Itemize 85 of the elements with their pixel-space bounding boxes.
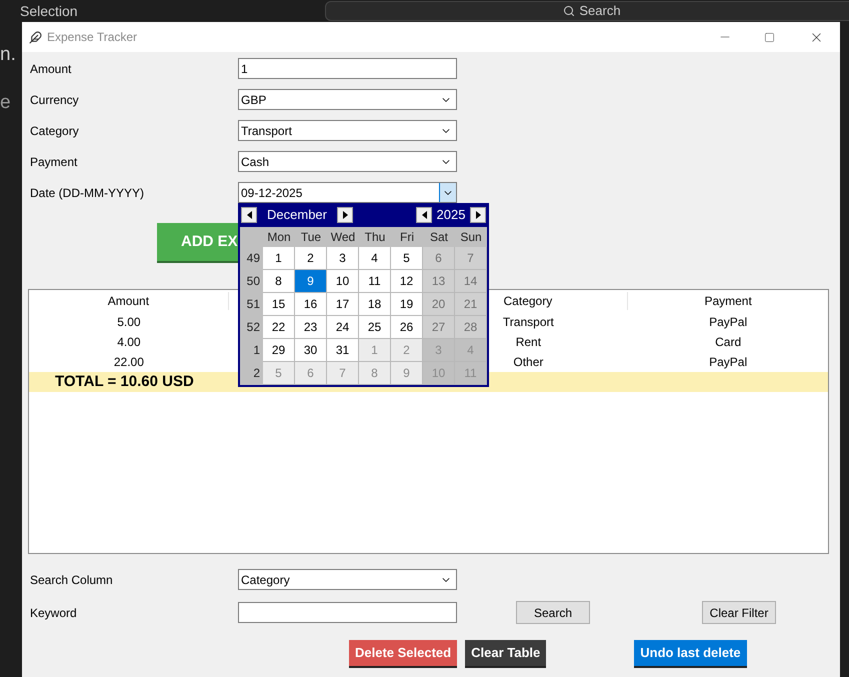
background-text: e: [0, 91, 12, 115]
calendar-day[interactable]: 18: [359, 293, 391, 316]
column-header[interactable]: Amount: [29, 292, 229, 310]
weekday-label: Wed: [330, 229, 356, 246]
field-label: Payment: [30, 154, 78, 170]
dropdown-field[interactable]: Category: [238, 569, 457, 590]
calendar-day[interactable]: 1: [263, 247, 295, 270]
calendar-day[interactable]: 31: [327, 339, 359, 362]
week-number: 52: [246, 319, 261, 336]
weekday-label: Thu: [364, 229, 386, 246]
calendar-day[interactable]: 23: [295, 316, 327, 339]
dropdown-field[interactable]: Transport: [238, 120, 457, 141]
right-triangle-icon: [342, 211, 348, 219]
week-number: 51: [246, 296, 261, 313]
dropdown-field[interactable]: Cash: [238, 151, 457, 172]
clear-filter-button[interactable]: Clear Filter: [702, 601, 776, 624]
calendar-day[interactable]: 24: [327, 316, 359, 339]
window-title: Expense Tracker: [47, 29, 138, 46]
table-cell-text: PayPal: [709, 314, 748, 331]
action-button[interactable]: Undo last delete: [634, 640, 747, 668]
previous-button[interactable]: [416, 207, 432, 223]
table-cell-text: Other: [513, 354, 544, 371]
calendar-day[interactable]: 2: [295, 247, 327, 270]
calendar-day[interactable]: 22: [263, 316, 295, 339]
weekday-label: Sun: [459, 229, 483, 246]
table-cell-text: 4.00: [117, 334, 141, 351]
field-label: Date (DD-MM-YYYY): [30, 184, 146, 202]
background-text: n.: [0, 43, 17, 67]
week-number: 50: [246, 273, 261, 290]
total-text: TOTAL = 10.60 USD: [55, 372, 194, 392]
calendar-day[interactable]: 10: [327, 270, 359, 293]
field-label: Currency: [30, 92, 80, 108]
field-label: Category: [30, 122, 80, 140]
next-button[interactable]: [337, 207, 353, 223]
weekday-label: Sat: [428, 229, 449, 246]
calendar-day[interactable]: 8: [263, 270, 295, 293]
calendar-day[interactable]: 17: [327, 293, 359, 316]
right-triangle-icon: [476, 211, 480, 219]
background-search-box[interactable]: Search: [325, 1, 849, 21]
field-label: Keyword: [30, 604, 78, 622]
keyword-field[interactable]: [238, 602, 457, 623]
table-cell-text: Transport: [502, 314, 554, 331]
calendar-day[interactable]: 11: [359, 270, 391, 293]
weekday-label: Mon: [266, 229, 292, 246]
maximize-icon[interactable]: [764, 32, 775, 42]
table-cell-text: PayPal: [709, 354, 748, 371]
calendar-day[interactable]: 4: [359, 247, 391, 270]
calendar-day[interactable]: 19: [391, 293, 423, 316]
calendar-day[interactable]: 5: [391, 247, 423, 270]
weekday-label: Tue: [300, 229, 322, 246]
next-button[interactable]: [470, 207, 486, 223]
month-label: December: [266, 206, 328, 224]
search-button[interactable]: Search: [516, 601, 590, 624]
calendar-dropdown-button[interactable]: [439, 183, 456, 202]
field-label: Amount: [30, 60, 72, 78]
feather-icon: [29, 30, 42, 44]
background-title: Selection: [20, 2, 79, 20]
calendar-day[interactable]: 25: [359, 316, 391, 339]
table-cell-text: 22.00: [114, 354, 144, 371]
week-number: 1: [252, 342, 261, 359]
search-icon: [563, 5, 576, 17]
table-cell-text: 5.00: [117, 314, 141, 331]
calendar-day[interactable]: 12: [391, 270, 423, 293]
weekday-label: Fri: [399, 229, 415, 246]
action-button[interactable]: Delete Selected: [349, 640, 458, 668]
date-field[interactable]: 09-12-2025: [238, 182, 457, 203]
field-label: Search Column: [30, 572, 114, 588]
dropdown-field[interactable]: GBP: [238, 89, 457, 110]
left-triangle-icon: [422, 211, 426, 219]
amount-field[interactable]: 1: [238, 58, 457, 79]
calendar-day[interactable]: 9: [295, 270, 327, 293]
calendar-day[interactable]: 29: [263, 339, 295, 362]
previous-button[interactable]: [241, 207, 257, 223]
calendar-day[interactable]: 3: [327, 247, 359, 270]
action-button[interactable]: Clear Table: [465, 640, 546, 668]
year-label: 2025: [436, 206, 466, 224]
column-header[interactable]: Payment: [628, 292, 828, 310]
calendar-day[interactable]: 26: [391, 316, 423, 339]
left-triangle-icon: [246, 211, 252, 219]
calendar-day[interactable]: 15: [263, 293, 295, 316]
calendar-day[interactable]: 16: [295, 293, 327, 316]
week-number: 2: [252, 365, 261, 382]
table-cell-text: Rent: [516, 334, 542, 351]
calendar-day[interactable]: 30: [295, 339, 327, 362]
table-cell-text: Card: [715, 334, 742, 351]
